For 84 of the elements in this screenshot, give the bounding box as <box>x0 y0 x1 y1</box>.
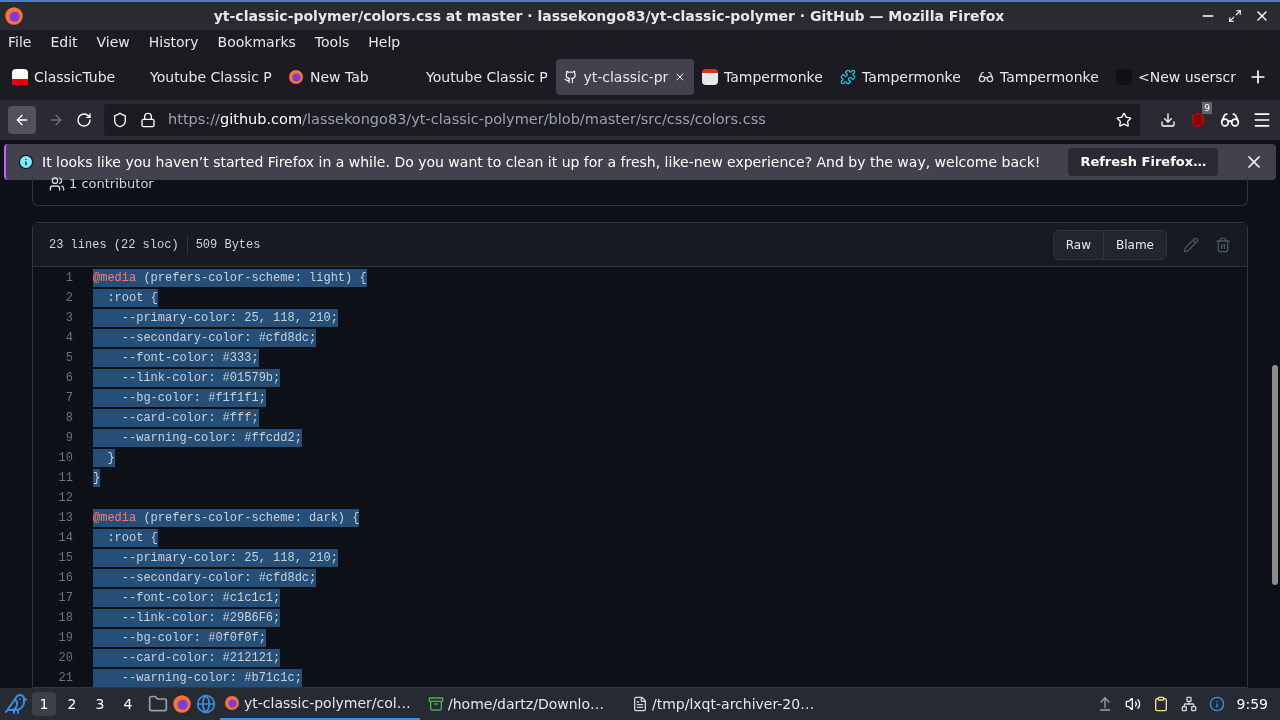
shield-icon[interactable] <box>112 112 128 128</box>
line-number: 14 <box>57 530 73 547</box>
bookmark-star-icon[interactable] <box>1116 112 1132 128</box>
document-icon <box>632 696 648 712</box>
file-action-button[interactable]: Blame <box>1103 230 1166 259</box>
browser-tab[interactable]: ClassicTube <box>4 59 142 95</box>
line-number: 8 <box>64 410 73 427</box>
reload-icon[interactable] <box>76 112 92 128</box>
volume-icon[interactable] <box>1124 696 1141 712</box>
line-number: 15 <box>57 550 73 567</box>
back-button[interactable] <box>8 106 36 134</box>
browser-tab[interactable]: Tampermonke <box>694 59 832 95</box>
line-number: 3 <box>64 310 73 327</box>
file-action-button[interactable]: Raw <box>1053 230 1103 259</box>
line-number: 1 <box>64 270 73 287</box>
browser-tab[interactable]: Youtube Classic P <box>142 59 280 95</box>
scrollbar-thumb[interactable] <box>1272 365 1278 585</box>
browser-tab[interactable]: <New userscr <box>1108 59 1246 95</box>
refresh-button[interactable]: Refresh Firefox… <box>1068 148 1219 176</box>
line-number: 16 <box>57 570 73 587</box>
workspace-button[interactable]: 4 <box>116 692 140 716</box>
workspace-button[interactable]: 3 <box>88 692 112 716</box>
octocat-icon <box>564 69 578 85</box>
contributors-text: 1 contributor <box>69 176 154 192</box>
back-icon[interactable] <box>14 112 30 128</box>
glasses-icon <box>978 69 994 85</box>
line-number: 6 <box>64 370 73 387</box>
line-count: 23 lines (22 sloc) <box>49 235 188 254</box>
line-number: 19 <box>57 630 73 647</box>
menu-item[interactable]: Bookmarks <box>217 31 296 53</box>
address-bar[interactable]: https://github.com/lassekongo83/yt-classic-polymer/blob/master/src/css/colors.css <box>104 104 1140 136</box>
store-icon <box>702 69 718 85</box>
browser-tab[interactable]: Tampermonke <box>970 59 1108 95</box>
folder-icon[interactable] <box>148 694 168 714</box>
line-number: 7 <box>64 390 73 407</box>
browser-tab[interactable]: Youtube Classic P <box>418 59 556 95</box>
close-tab-icon[interactable] <box>674 70 686 84</box>
taskbar-window[interactable]: /tmp/lxqt-archiver-20… <box>628 688 828 720</box>
clock: 9:59 <box>1236 694 1268 714</box>
forward-icon[interactable] <box>48 112 64 128</box>
info-icon <box>18 154 34 170</box>
line-number: 11 <box>57 470 73 487</box>
window-title: yt-classic-polymer/colors.css at master · lassekongo83/yt-classic-polymer · GitHub — Mozilla Firefox <box>212 6 1006 26</box>
browser-tab[interactable]: yt-classic-pr <box>556 59 694 95</box>
browser-tab[interactable]: Tampermonke <box>832 59 970 95</box>
line-number: 18 <box>57 610 73 627</box>
start-menu-icon[interactable] <box>4 692 28 716</box>
clipboard-icon[interactable] <box>1152 696 1169 712</box>
menu-item[interactable]: History <box>148 31 199 53</box>
menu-item[interactable]: Edit <box>50 31 78 53</box>
browser-tab[interactable]: New Tab <box>280 59 418 95</box>
line-number: 9 <box>64 430 73 447</box>
line-number: 5 <box>64 350 73 367</box>
menu-item[interactable]: View <box>96 31 130 53</box>
puzzle-icon <box>840 69 856 85</box>
maximize-icon[interactable] <box>1228 9 1242 23</box>
shield-extension-icon[interactable] <box>1190 112 1206 128</box>
glasses-icon[interactable] <box>1220 110 1240 130</box>
menu-item[interactable]: Help <box>368 31 401 53</box>
line-number: 21 <box>57 670 73 687</box>
line-number: 10 <box>57 450 73 467</box>
line-number: 12 <box>57 490 73 507</box>
taskbar-window[interactable]: yt-classic-polymer/col… <box>220 688 420 720</box>
menu-item[interactable]: Tools <box>314 31 350 53</box>
menu-icon[interactable] <box>1252 110 1272 130</box>
update-icon[interactable] <box>1208 696 1225 712</box>
file-size: 509 Bytes <box>194 236 261 254</box>
line-number: 4 <box>64 330 73 347</box>
workspace-button[interactable]: 1 <box>32 692 56 716</box>
extension-badge: 9 <box>1202 102 1212 114</box>
archive-icon <box>428 696 444 712</box>
line-number: 2 <box>64 290 73 307</box>
tube-logo-icon <box>12 69 28 85</box>
people-icon <box>49 176 65 192</box>
menu-item[interactable]: File <box>8 31 32 53</box>
network-icon[interactable] <box>1180 696 1197 712</box>
line-number: 17 <box>57 590 73 607</box>
taskbar-window[interactable]: /home/dartz/Downlo… <box>424 688 624 720</box>
line-number: 20 <box>57 650 73 667</box>
workspace-button[interactable]: 2 <box>60 692 84 716</box>
line-number: 13 <box>57 510 73 527</box>
download-icon[interactable] <box>1160 112 1176 128</box>
notification-message: It looks like you haven’t started Firefox in a while. Do you want to clean it up for a fresh, like-new experience? And by the way, welcome back! <box>42 152 1041 172</box>
lock-icon[interactable] <box>140 112 156 128</box>
